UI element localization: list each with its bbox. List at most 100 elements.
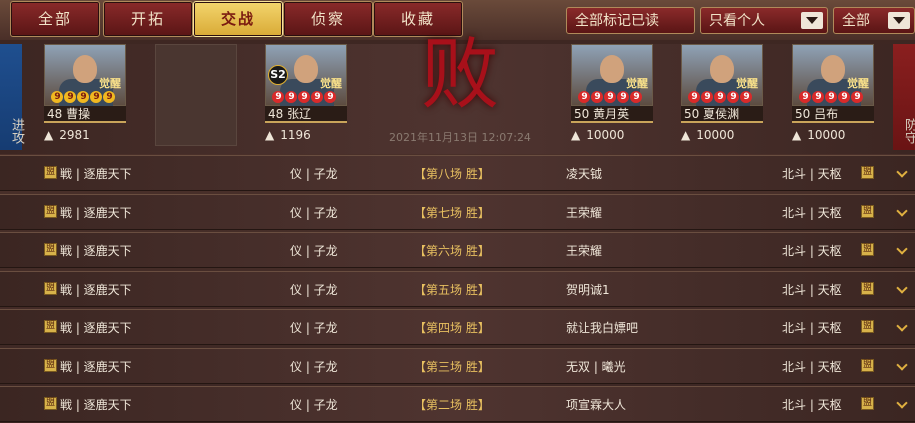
chevron-down-icon[interactable] <box>898 361 908 371</box>
troop-icon: ▲ <box>681 128 691 142</box>
troop-value: 10000 <box>696 128 735 142</box>
report-row[interactable]: 盟 戦 | 逐鹿天下 仪 | 子龙 【第六场 胜】 王荣耀 北斗 | 天枢 盟 <box>0 232 915 268</box>
star-badge: 9 <box>630 91 642 103</box>
report-row[interactable]: 盟 戦 | 逐鹿天下 仪 | 子龙 【第七场 胜】 王荣耀 北斗 | 天枢 盟 <box>0 193 915 230</box>
troop-value: 2981 <box>59 128 90 142</box>
attack-side-label: 进攻 <box>0 44 24 150</box>
chevron-down-icon[interactable] <box>898 207 908 217</box>
alliance-badge-icon: 盟 <box>861 204 874 218</box>
chevron-down-icon[interactable] <box>898 399 908 409</box>
general-portrait: 觉醒 99999 <box>792 44 874 107</box>
report-row[interactable]: 盟 戦 | 逐鹿天下 仪 | 子龙 【第三场 胜】 无双 | 曦光 北斗 | 天… <box>0 347 915 384</box>
general-name: 50 黄月英 <box>571 106 653 123</box>
defender-name: 就让我白嫖吧 <box>566 321 639 335</box>
troop-icon: ▲ <box>792 128 802 142</box>
defender-name: 王荣耀 <box>566 205 603 220</box>
general-portrait: S2 觉醒 99999 <box>265 44 347 107</box>
defend-side-label: 防守 <box>893 44 915 150</box>
star-row: 99999 <box>688 91 753 103</box>
defender-name: 凌天钺 <box>566 167 603 181</box>
alliance-badge-icon: 盟 <box>44 358 57 372</box>
attacker-alliance: 仪 | 子龙 <box>290 321 338 335</box>
report-row[interactable]: 盟 戦 | 逐鹿天下 仪 | 子龙 【第八场 胜】 凌天钺 北斗 | 天枢 盟 <box>0 155 915 191</box>
alliance-badge-icon: 盟 <box>44 320 57 333</box>
attacker-name: 戦 | 逐鹿天下 <box>60 205 132 220</box>
troop-count: ▲ 10000 <box>792 127 874 144</box>
star-badge: 9 <box>285 91 297 103</box>
attacker-name: 戦 | 逐鹿天下 <box>60 359 132 374</box>
general-card[interactable]: 觉醒 99999 50 夏侯渊 ▲ 10000 <box>681 44 763 146</box>
star-badge: 9 <box>714 91 726 103</box>
general-card[interactable]: S2 觉醒 99999 48 张辽 ▲ 1196 <box>265 44 347 146</box>
season-badge: S2 <box>268 65 288 85</box>
star-badge: 9 <box>64 91 76 103</box>
troop-value: 10000 <box>807 128 846 142</box>
star-badge: 9 <box>272 91 284 103</box>
alliance-badge-icon: 盟 <box>44 397 57 410</box>
attacker-name: 戦 | 逐鹿天下 <box>60 282 132 297</box>
report-row[interactable]: 盟 戦 | 逐鹿天下 仪 | 子龙 【第五场 胜】 贺明诚1 北斗 | 天枢 盟 <box>0 270 915 307</box>
general-card[interactable]: 觉醒 99999 50 黄月英 ▲ 10000 <box>571 44 653 146</box>
star-badge: 9 <box>103 91 115 103</box>
defender-alliance: 北斗 | 天枢 <box>782 244 842 258</box>
filter-self-dropdown[interactable]: 只看个人 <box>700 7 828 34</box>
filter-all-dropdown[interactable]: 全部 <box>833 7 915 34</box>
star-badge: 9 <box>324 91 336 103</box>
general-card[interactable]: 觉醒 99999 48 曹操 ▲ 2981 <box>44 44 126 146</box>
battle-result: 【第八场 胜】 <box>414 167 490 181</box>
chevron-down-icon[interactable] <box>898 322 908 332</box>
troop-count: ▲ 10000 <box>571 127 653 144</box>
mark-all-read-button[interactable]: 全部标记已读 <box>566 7 695 34</box>
general-name: 48 曹操 <box>44 106 126 123</box>
tab-0[interactable]: 全部 <box>10 1 100 37</box>
star-badge: 9 <box>688 91 700 103</box>
battle-result: 【第七场 胜】 <box>414 205 490 220</box>
star-badge: 9 <box>591 91 603 103</box>
troop-value: 10000 <box>586 128 625 142</box>
awaken-label: 觉醒 <box>736 77 758 90</box>
alliance-badge-icon: 盟 <box>861 358 874 372</box>
general-card[interactable]: 觉醒 99999 50 吕布 ▲ 10000 <box>792 44 874 146</box>
chevron-down-icon <box>801 12 823 29</box>
troop-icon: ▲ <box>571 128 581 142</box>
attacker-alliance: 仪 | 子龙 <box>290 282 338 297</box>
report-row[interactable]: 盟 戦 | 逐鹿天下 仪 | 子龙 【第二场 胜】 项宣霖大人 北斗 | 天枢 … <box>0 386 915 422</box>
attacker-alliance: 仪 | 子龙 <box>290 205 338 220</box>
chevron-down-icon[interactable] <box>898 168 908 178</box>
general-name: 48 张辽 <box>265 106 347 123</box>
battle-result: 【第四场 胜】 <box>414 321 490 335</box>
attacker-name: 戦 | 逐鹿天下 <box>60 321 132 335</box>
alliance-badge-icon: 盟 <box>861 243 874 256</box>
general-portrait: 觉醒 99999 <box>44 44 126 107</box>
portrait-face <box>600 55 624 83</box>
star-badge: 9 <box>617 91 629 103</box>
general-portrait: 觉醒 99999 <box>681 44 763 107</box>
troop-value: 1196 <box>280 128 311 142</box>
star-badge: 9 <box>799 91 811 103</box>
battle-result: 【第六场 胜】 <box>414 244 490 258</box>
attack-text: 进攻 <box>9 118 24 144</box>
awaken-label: 觉醒 <box>320 77 342 90</box>
star-badge: 9 <box>825 91 837 103</box>
attacker-name: 戦 | 逐鹿天下 <box>60 167 132 181</box>
portrait-face <box>294 55 318 83</box>
battle-timestamp: 2021年11月13日 12:07:24 <box>389 131 531 144</box>
report-row[interactable]: 盟 戦 | 逐鹿天下 仪 | 子龙 【第四场 胜】 就让我白嫖吧 北斗 | 天枢… <box>0 309 915 345</box>
star-row: 99999 <box>799 91 864 103</box>
troop-count: ▲ 1196 <box>265 127 347 144</box>
star-badge: 9 <box>578 91 590 103</box>
star-row: 99999 <box>51 91 116 103</box>
chevron-down-icon[interactable] <box>898 245 908 255</box>
empty-general-slot <box>155 44 237 146</box>
troop-icon: ▲ <box>265 128 275 142</box>
battle-result: 【第三场 胜】 <box>414 359 490 374</box>
attacker-alliance: 仪 | 子龙 <box>290 359 338 374</box>
battle-result: 【第五场 胜】 <box>414 282 490 297</box>
tab-2[interactable]: 交战 <box>193 1 283 37</box>
star-badge: 9 <box>740 91 752 103</box>
chevron-down-icon[interactable] <box>898 284 908 294</box>
tab-3[interactable]: 侦察 <box>283 1 373 37</box>
tab-1[interactable]: 开拓 <box>103 1 193 37</box>
defender-name: 王荣耀 <box>566 244 603 258</box>
alliance-badge-icon: 盟 <box>861 397 874 410</box>
